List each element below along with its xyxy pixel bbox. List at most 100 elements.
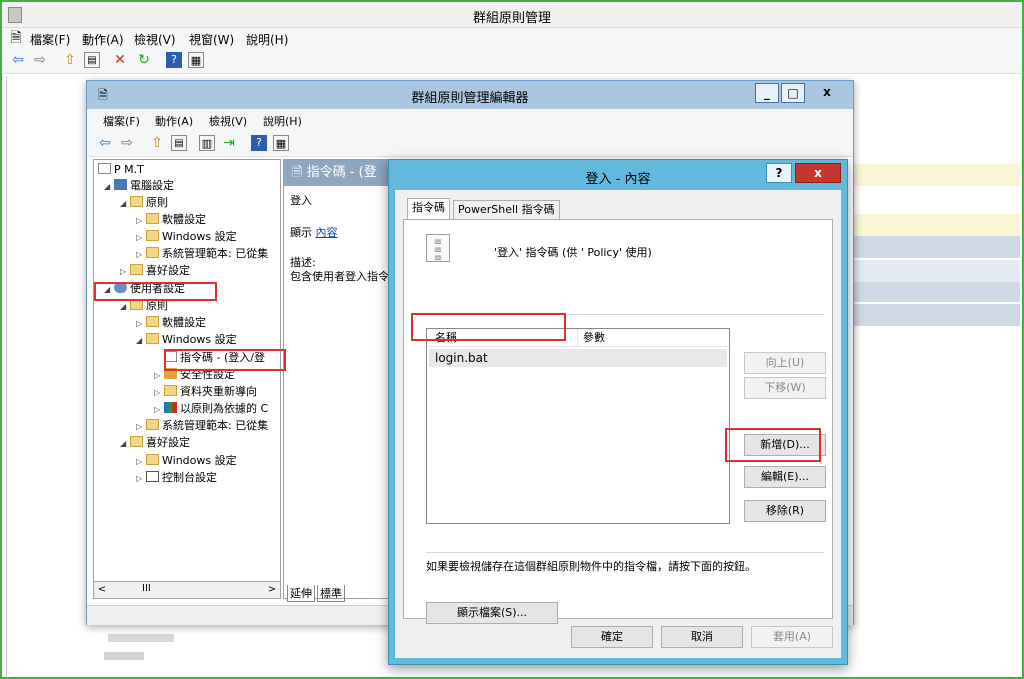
- delete-icon[interactable]: ✕: [112, 52, 128, 68]
- properties-icon[interactable]: ▦: [188, 52, 204, 68]
- tree-item-preferences[interactable]: ◢ 喜好設定: [120, 435, 190, 451]
- tree-item-computer-config[interactable]: ◢ 電腦設定: [104, 178, 174, 194]
- tree-item-folder-redirection[interactable]: ▷ 資料夾重新導向: [154, 384, 257, 400]
- editor-menu-action[interactable]: 動作(A): [155, 113, 193, 129]
- panel-strip: [850, 282, 1020, 302]
- tree-item-control-panel[interactable]: ▷ 控制台設定: [136, 470, 217, 486]
- editor-menu-view[interactable]: 檢視(V): [209, 113, 247, 129]
- editor-toolbar: ⇦ ⇨ ⇧ ▤ ▥ ⇥ ? ▦: [87, 131, 853, 157]
- forward-arrow-icon[interactable]: ⇨: [119, 135, 135, 151]
- scripts-tab-panel: ≡ ≡ ≡ '登入' 指令碼 (供 ' Policy' 使用) 名稱 參數 logi…: [403, 219, 833, 624]
- refresh-icon[interactable]: ↻: [136, 52, 152, 68]
- editor-menu-help[interactable]: 說明(H): [263, 113, 302, 129]
- details-pane: 🗎 指令碼 - (登 登入 顯示 內容 描述: 包含使用者登入指令: [283, 159, 393, 599]
- forward-arrow-icon[interactable]: ⇨: [32, 52, 48, 68]
- gpm-menu-icon: 🗎: [10, 30, 22, 46]
- tree-item-admin-templates[interactable]: ▷ 系統管理範本: 已從集: [136, 246, 268, 262]
- gpm-menu-file[interactable]: 檔案(F): [30, 31, 70, 48]
- description-text: 包含使用者登入指令: [290, 270, 389, 283]
- ok-button[interactable]: 確定: [571, 626, 653, 648]
- folder-icon: [164, 385, 177, 396]
- properties-icon[interactable]: ▦: [273, 135, 289, 151]
- panel-strip: [850, 304, 1020, 326]
- folder-icon: [146, 333, 159, 344]
- folder-up-icon[interactable]: ⇧: [62, 52, 78, 68]
- dialog-help-button[interactable]: ?: [766, 163, 792, 183]
- script-icon: 🗎: [292, 165, 307, 180]
- screenshot-frame: 群組原則管理 🗎 檔案(F) 動作(A) 檢視(V) 視窗(W) 說明(H) ⇦…: [0, 0, 1024, 679]
- folder-icon: [146, 419, 159, 430]
- tree-item-windows-settings[interactable]: ▷ Windows 設定: [136, 229, 237, 245]
- console-tree-icon[interactable]: ▤: [171, 135, 187, 151]
- help-icon[interactable]: ?: [166, 52, 182, 68]
- view-tabs: 延伸 標準: [283, 585, 393, 602]
- folder-icon: [146, 316, 159, 327]
- tree-item-preferences[interactable]: ▷ 喜好設定: [120, 263, 190, 279]
- tree-item-software-settings[interactable]: ▷ 軟體設定: [136, 315, 206, 331]
- scripts-heading: '登入' 指令碼 (供 ' Policy' 使用): [494, 246, 652, 259]
- folder-icon: [146, 230, 159, 241]
- move-down-button[interactable]: 下移(W): [744, 377, 826, 399]
- separator: [426, 552, 824, 553]
- tree-item-windows-settings[interactable]: ◢ Windows 設定: [136, 332, 237, 348]
- gpm-toolbar: ⇦ ⇨ ⇧ ▤ ✕ ↻ ? ▦: [2, 48, 1022, 74]
- panel-strip: [850, 260, 1020, 282]
- gpm-menu-help[interactable]: 說明(H): [246, 31, 288, 48]
- help-icon[interactable]: ?: [251, 135, 267, 151]
- remove-button[interactable]: 移除(R): [744, 500, 826, 522]
- show-files-button[interactable]: 顯示檔案(S)...: [426, 602, 558, 624]
- folder-icon: [146, 454, 159, 465]
- editor-close-button[interactable]: x: [807, 83, 847, 103]
- folder-icon: [130, 264, 143, 275]
- tab-extended[interactable]: 延伸: [287, 585, 315, 602]
- scroll-left-icon[interactable]: <: [94, 582, 110, 598]
- gpm-menu-action[interactable]: 動作(A): [82, 31, 124, 48]
- tab-standard[interactable]: 標準: [317, 585, 345, 602]
- policy-doc-icon: [98, 163, 111, 174]
- highlight-user-config: [94, 282, 217, 301]
- folder-up-icon[interactable]: ⇧: [149, 135, 165, 151]
- list-icon[interactable]: ▥: [199, 135, 215, 151]
- dialog-body: 指令碼 PowerShell 指令碼 ≡ ≡ ≡ '登入' 指令碼 (供 ' Pol…: [395, 190, 841, 658]
- column-parameters[interactable]: 參數: [583, 329, 605, 347]
- tree-horizontal-scrollbar[interactable]: < III >: [93, 581, 281, 599]
- details-logon-label: 登入: [290, 194, 312, 207]
- editor-menu-bar: 檔案(F) 動作(A) 檢視(V) 說明(H): [87, 109, 853, 131]
- gpm-window-title: 群組原則管理: [472, 11, 551, 26]
- tree-item-policies[interactable]: ◢ 原則: [120, 195, 168, 211]
- dialog-close-button[interactable]: x: [795, 163, 841, 183]
- edit-button[interactable]: 編輯(E)...: [744, 466, 826, 488]
- gpm-menu-bar: 🗎 檔案(F) 動作(A) 檢視(V) 視窗(W) 說明(H): [2, 28, 1022, 48]
- editor-menu-file[interactable]: 檔案(F): [103, 113, 140, 129]
- tree-item-software-settings[interactable]: ▷ 軟體設定: [136, 212, 206, 228]
- script-row[interactable]: login.bat: [429, 349, 727, 367]
- tree-root[interactable]: P M.T: [98, 162, 144, 178]
- tree-item-windows-settings[interactable]: ▷ Windows 設定: [136, 453, 237, 469]
- scripts-list[interactable]: 名稱 參數 login.bat: [426, 328, 730, 524]
- gpm-menu-view[interactable]: 檢視(V): [134, 31, 176, 48]
- export-icon[interactable]: ⇥: [221, 135, 237, 151]
- tree-item-admin-templates[interactable]: ▷ 系統管理範本: 已從集: [136, 418, 268, 434]
- display-label: 顯示 內容: [290, 226, 338, 239]
- minimize-button[interactable]: _: [755, 83, 779, 103]
- logon-properties-dialog: 登入 - 內容 ? x 指令碼 PowerShell 指令碼 ≡ ≡ ≡ '登入' …: [388, 159, 848, 665]
- tree-item-policy-qos[interactable]: ▷ 以原則為依據的 C: [154, 401, 268, 417]
- console-tree-icon[interactable]: ▤: [84, 52, 100, 68]
- folder-icon: [130, 196, 143, 207]
- folder-icon: [130, 436, 143, 447]
- tab-powershell-scripts[interactable]: PowerShell 指令碼: [453, 200, 560, 220]
- gpm-menu-window[interactable]: 視窗(W): [189, 31, 234, 48]
- back-arrow-icon[interactable]: ⇦: [97, 135, 113, 151]
- cancel-button[interactable]: 取消: [661, 626, 743, 648]
- move-up-button[interactable]: 向上(U): [744, 352, 826, 374]
- tab-scripts[interactable]: 指令碼: [407, 198, 450, 220]
- highlight-edit-button: [725, 428, 821, 462]
- control-panel-icon: [146, 471, 159, 482]
- apply-button[interactable]: 套用(A): [751, 626, 833, 648]
- maximize-button[interactable]: □: [781, 83, 805, 103]
- properties-link[interactable]: 內容: [316, 226, 338, 239]
- blurred-bottom-items: [104, 630, 184, 670]
- scroll-right-icon[interactable]: >: [264, 582, 280, 598]
- back-arrow-icon[interactable]: ⇦: [10, 52, 26, 68]
- scroll-thumb[interactable]: III: [142, 583, 151, 594]
